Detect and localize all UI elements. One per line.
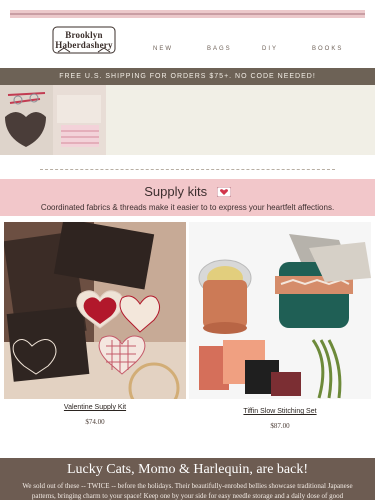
logo-text: Brooklyn Haberdashery [55, 30, 113, 50]
hero-image-fabrics [53, 85, 106, 155]
announcement-section: Lucky Cats, Momo & Harlequin, are back! … [0, 458, 375, 500]
top-accent-line [10, 13, 365, 15]
brand-logo[interactable]: Brooklyn Haberdashery [52, 22, 116, 58]
nav-new[interactable]: NEW [153, 46, 173, 52]
heart-icon [216, 185, 232, 200]
supply-title: Supply kits [0, 184, 375, 200]
nav-diy[interactable]: DIY [262, 46, 278, 52]
product-link-valentine[interactable]: Valentine Supply Kit [4, 404, 186, 411]
nav-bags[interactable]: BAGS [207, 46, 232, 52]
supply-title-text: Supply kits [144, 184, 208, 199]
shipping-banner: FREE U.S. SHIPPING FOR ORDERS $75+. NO C… [0, 68, 375, 85]
supply-subtitle: Coordinated fabrics & threads make it ea… [40, 203, 335, 212]
nav-books[interactable]: BOOKS [312, 46, 343, 52]
product-price-tiffin: $87.00 [270, 422, 290, 430]
product-image-tiffin[interactable] [189, 222, 371, 399]
top-accent-bar [10, 10, 365, 18]
hero-image-pouch [0, 85, 53, 155]
announcement-title: Lucky Cats, Momo & Harlequin, are back! [66, 462, 309, 477]
supply-kits-section: Supply kits Coordinated fabrics & thread… [0, 179, 375, 216]
announcement-line-1: We sold out of these -- TWICE -- before … [22, 482, 353, 490]
product-image-valentine[interactable] [3, 218, 186, 414]
announcement-body: We sold out of these -- TWICE -- before … [12, 481, 363, 501]
section-divider [40, 169, 335, 170]
product-link-tiffin[interactable]: Tiffin Slow Stitching Set [189, 408, 371, 415]
product-price-valentine: $74.00 [85, 418, 105, 426]
